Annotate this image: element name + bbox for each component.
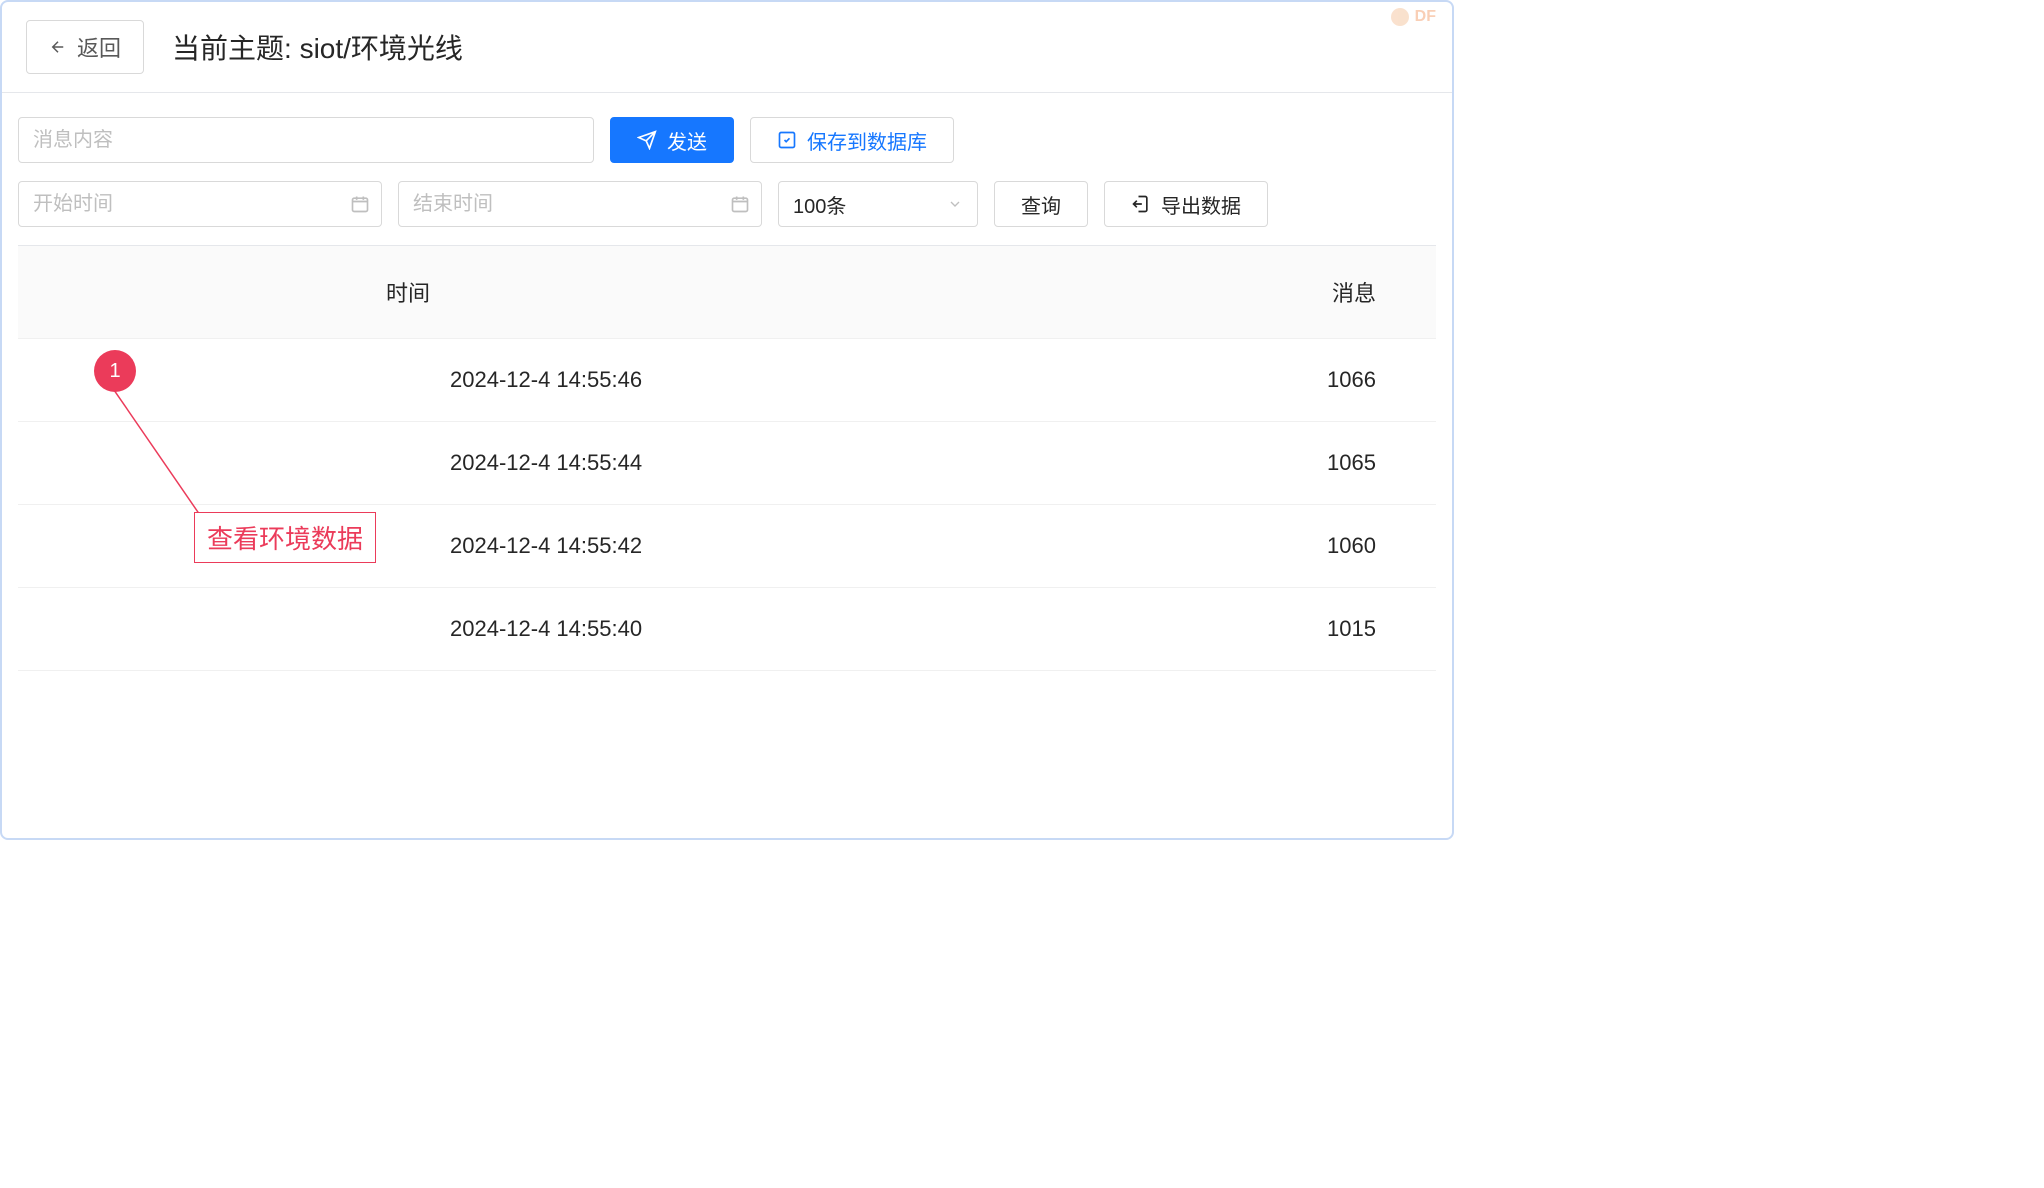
cell-time: 2024-12-4 14:55:46 (18, 339, 798, 422)
watermark-icon (1391, 8, 1409, 26)
export-button[interactable]: 导出数据 (1104, 181, 1268, 227)
message-input[interactable] (18, 117, 594, 163)
content-area: 发送 保存到数据库 100条 (2, 93, 1452, 671)
cell-time: 2024-12-4 14:55:42 (18, 505, 798, 588)
topic-value: siot/环境光线 (300, 33, 463, 64)
table-row: 2024-12-4 14:55:44 1065 (18, 422, 1436, 505)
cell-time: 2024-12-4 14:55:44 (18, 422, 798, 505)
limit-select[interactable]: 100条 (778, 181, 978, 227)
table-body: 2024-12-4 14:55:46 1066 2024-12-4 14:55:… (18, 339, 1436, 671)
send-icon (637, 130, 657, 150)
cell-message: 1060 (798, 505, 1436, 588)
data-table: 时间 消息 2024-12-4 14:55:46 1066 2024-12-4 … (18, 246, 1436, 671)
annotation-badge: 1 (94, 350, 136, 392)
chevron-down-icon (947, 196, 963, 212)
back-button[interactable]: 返回 (26, 20, 144, 74)
filter-row: 100条 查询 导出数据 (18, 181, 1436, 227)
start-time-wrap (18, 181, 382, 227)
cell-message: 1065 (798, 422, 1436, 505)
cell-message: 1066 (798, 339, 1436, 422)
end-time-wrap (398, 181, 762, 227)
topic-prefix: 当前主题: (172, 33, 300, 64)
cell-message: 1015 (798, 588, 1436, 671)
message-row: 发送 保存到数据库 (18, 117, 1436, 163)
table-row: 2024-12-4 14:55:40 1015 (18, 588, 1436, 671)
annotation-label-text: 查看环境数据 (207, 524, 363, 554)
watermark-text: DF (1415, 8, 1436, 26)
table-header-row: 时间 消息 (18, 246, 1436, 339)
send-label: 发送 (667, 126, 707, 155)
export-label: 导出数据 (1161, 190, 1241, 219)
topbar: 返回 当前主题: siot/环境光线 (2, 2, 1452, 93)
col-time-header: 时间 (18, 246, 798, 339)
send-button[interactable]: 发送 (610, 117, 734, 163)
check-square-icon (777, 130, 797, 150)
save-db-label: 保存到数据库 (807, 126, 927, 155)
annotation-label: 查看环境数据 (194, 512, 376, 563)
save-db-button[interactable]: 保存到数据库 (750, 117, 954, 163)
query-label: 查询 (1021, 190, 1061, 219)
export-icon (1131, 194, 1151, 214)
end-time-input[interactable] (398, 181, 762, 227)
limit-selected-label: 100条 (793, 190, 846, 219)
arrow-left-icon (49, 38, 67, 56)
start-time-input[interactable] (18, 181, 382, 227)
cell-time: 2024-12-4 14:55:40 (18, 588, 798, 671)
annotation-badge-number: 1 (109, 360, 120, 383)
watermark-logo: DF (1391, 8, 1436, 26)
col-message-header: 消息 (798, 246, 1436, 339)
back-label: 返回 (77, 31, 121, 63)
query-button[interactable]: 查询 (994, 181, 1088, 227)
page-title: 当前主题: siot/环境光线 (172, 27, 463, 67)
limit-select-wrap: 100条 (778, 181, 978, 227)
table-row: 2024-12-4 14:55:46 1066 (18, 339, 1436, 422)
